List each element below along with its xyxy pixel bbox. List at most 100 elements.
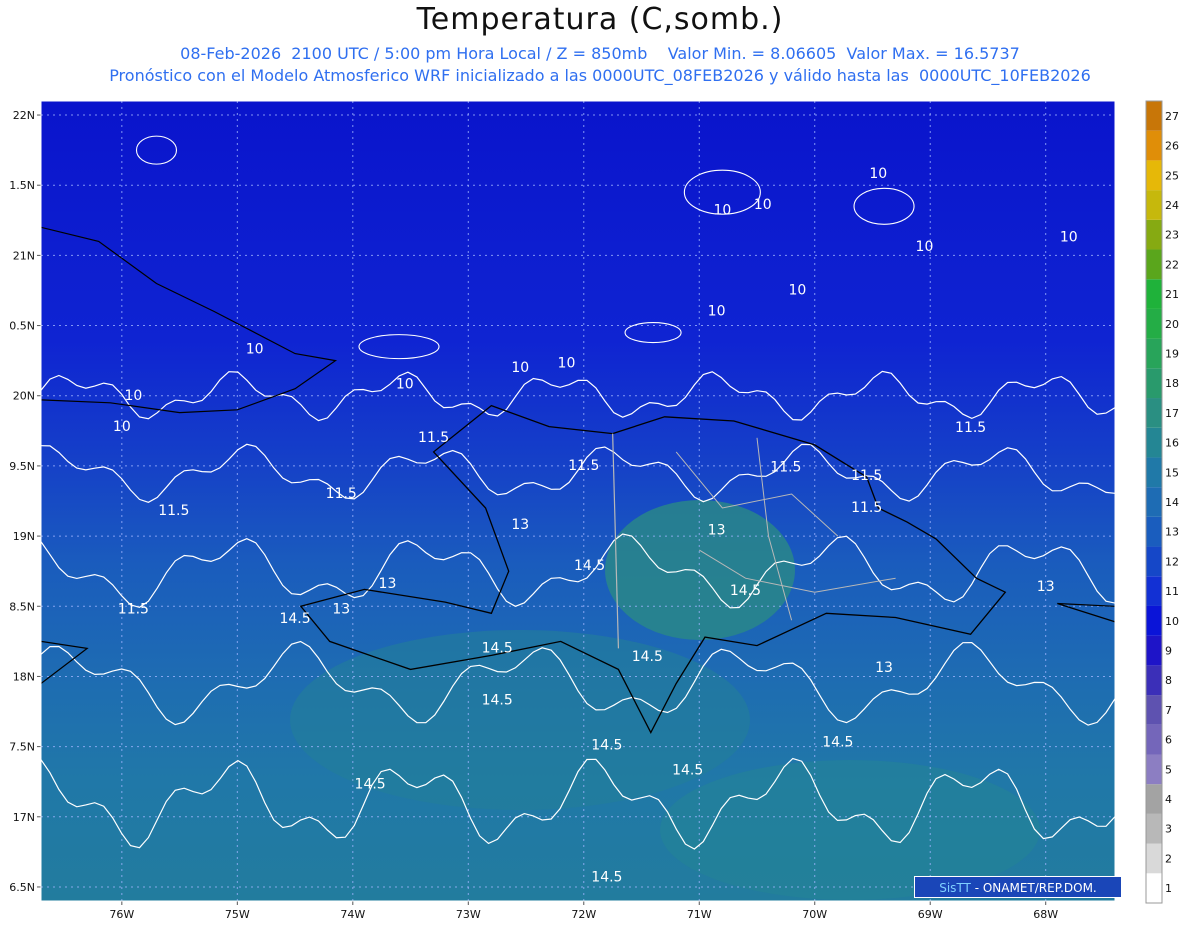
contour-label: 14.5 <box>482 693 513 709</box>
contour-label: 10 <box>113 419 131 435</box>
contour-label: 13 <box>332 601 350 617</box>
colorbar-label: 23 <box>1165 229 1179 242</box>
colorbar-swatch <box>1146 487 1162 517</box>
lat-tick-label: 0.5N <box>9 320 35 333</box>
colorbar-label: 20 <box>1165 318 1179 331</box>
contour-label: 11.5 <box>418 430 449 446</box>
colorbar-label: 3 <box>1165 823 1172 836</box>
colorbar-swatch <box>1146 754 1162 785</box>
contour-label: 11.5 <box>158 503 189 519</box>
lat-tick-label: 9.5N <box>9 460 35 473</box>
contour-label: 11.5 <box>326 486 357 502</box>
colorbar-label: 2 <box>1165 852 1172 865</box>
contour-label: 10 <box>789 283 807 299</box>
colorbar-label: 12 <box>1165 555 1179 568</box>
colorbar-swatch <box>1146 398 1162 428</box>
colorbar-label: 18 <box>1165 377 1179 390</box>
credit-brand: SisTT <box>939 881 971 895</box>
contour-label: 10 <box>1060 229 1078 245</box>
lon-tick-label: 76W <box>109 908 134 921</box>
lon-tick-label: 71W <box>687 908 712 921</box>
contour-label: 10 <box>754 197 772 213</box>
colorbar-label: 4 <box>1165 793 1172 806</box>
contour-label: 10 <box>124 388 142 404</box>
contour-label: 11.5 <box>118 601 149 617</box>
colorbar-label: 10 <box>1165 615 1179 628</box>
colorbar-swatch <box>1146 724 1162 755</box>
lon-tick-label: 73W <box>456 908 481 921</box>
colorbar-swatch <box>1146 457 1162 488</box>
colorbar: 1234567891011121314151617181920212223242… <box>1145 100 1179 904</box>
contour-label: 13 <box>511 517 529 533</box>
contour-label: 14.5 <box>355 777 386 793</box>
colorbar-swatch <box>1146 279 1162 309</box>
colorbar-label: 5 <box>1165 763 1172 776</box>
contour-label: 14.5 <box>632 649 663 665</box>
contour-label: 11.5 <box>955 420 986 436</box>
contour-label: 14.5 <box>482 641 513 657</box>
lon-tick-label: 70W <box>802 908 827 921</box>
contour-label: 14.5 <box>574 558 605 574</box>
contour-label: 10 <box>869 166 887 182</box>
colorbar-swatch <box>1146 576 1162 606</box>
colorbar-swatch <box>1146 843 1162 874</box>
colorbar-swatch <box>1146 784 1162 814</box>
contour-label: 10 <box>916 239 934 255</box>
contour-label: 11.5 <box>851 468 882 484</box>
colorbar-label: 15 <box>1165 466 1179 479</box>
field-layer <box>41 101 1115 901</box>
contour-label: 10 <box>246 342 264 358</box>
lon-tick-label: 68W <box>1033 908 1058 921</box>
colorbar-label: 21 <box>1165 288 1179 301</box>
colorbar-label: 27 <box>1165 110 1179 123</box>
colorbar-swatch <box>1146 516 1162 547</box>
contour-label: 11.5 <box>568 458 599 474</box>
contour-label: 14.5 <box>730 583 761 599</box>
contour-label: 13 <box>1037 579 1055 595</box>
lat-tick-label: 1.5N <box>9 179 35 192</box>
colorbar-swatch <box>1146 219 1162 250</box>
colorbar-swatch <box>1146 605 1162 636</box>
contour-label: 14.5 <box>672 763 703 779</box>
contour-label: 10 <box>713 203 731 219</box>
lat-tick-label: 21N <box>13 249 35 262</box>
lat-tick-label: 6.5N <box>9 881 35 894</box>
lat-tick-label: 22N <box>13 109 35 122</box>
colorbar-label: 13 <box>1165 526 1179 539</box>
colorbar-label: 19 <box>1165 347 1179 360</box>
lon-tick-label: 72W <box>571 908 596 921</box>
lat-tick-label: 7.5N <box>9 741 35 754</box>
colorbar-label: 16 <box>1165 437 1179 450</box>
colorbar-swatch <box>1146 101 1162 131</box>
colorbar-swatch <box>1146 427 1162 458</box>
temperature-map: 10 10 10 10 10 10 10 10 10 10 10 10 10 11.5 11.5 11.5 11… <box>9 100 1179 921</box>
credit-badge: SisTT - ONAMET/REP.DOM. <box>914 876 1122 898</box>
colorbar-label: 22 <box>1165 258 1179 271</box>
colorbar-label: 14 <box>1165 496 1179 509</box>
lon-tick-label: 75W <box>225 908 250 921</box>
contour-label: 14.5 <box>822 735 853 751</box>
contour-label: 10 <box>511 360 529 376</box>
colorbar-swatch <box>1146 308 1162 339</box>
contour-label: 10 <box>396 377 414 393</box>
colorbar-swatch <box>1146 249 1162 280</box>
contour-label: 13 <box>875 660 893 676</box>
contour-label: 13 <box>379 576 397 592</box>
colorbar-swatch <box>1146 368 1162 399</box>
colorbar-swatch <box>1146 160 1162 191</box>
contour-label: 11.5 <box>851 500 882 516</box>
colorbar-label: 9 <box>1165 645 1172 658</box>
contour-label: 11.5 <box>770 460 801 476</box>
colorbar-swatch <box>1146 130 1162 161</box>
contour-label: 10 <box>708 304 726 320</box>
contour-label: 10 <box>558 356 576 372</box>
colorbar-label: 6 <box>1165 734 1172 747</box>
colorbar-swatch <box>1146 813 1162 844</box>
contour-label: 14.5 <box>591 737 622 753</box>
colorbar-label: 7 <box>1165 704 1172 717</box>
colorbar-label: 25 <box>1165 169 1179 182</box>
contour-label: 14.5 <box>279 611 310 627</box>
lat-tick-label: 19N <box>13 530 35 543</box>
lat-tick-label: 8.5N <box>9 600 35 613</box>
colorbar-swatch <box>1146 546 1162 577</box>
